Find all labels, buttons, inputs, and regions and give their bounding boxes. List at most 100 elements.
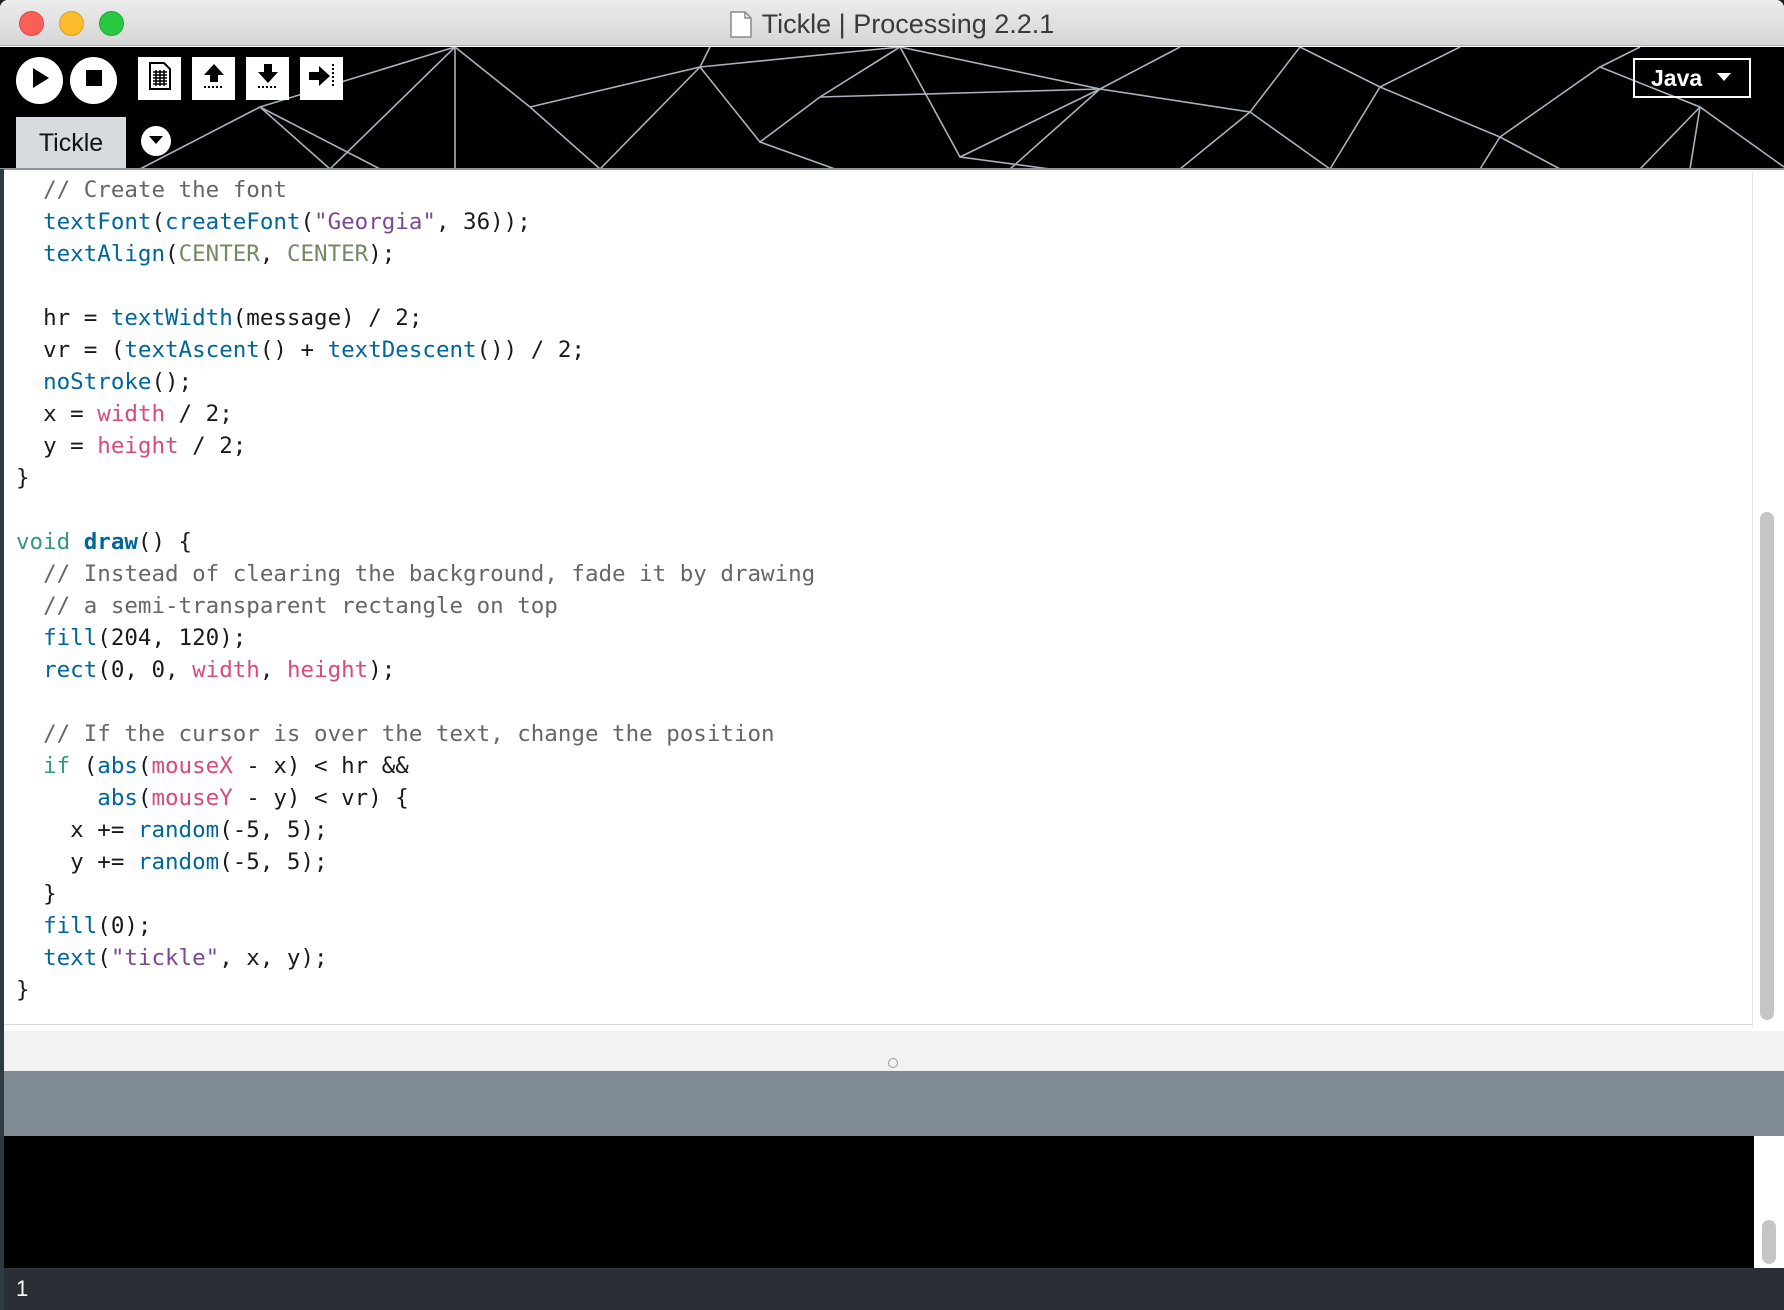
code-token: ( [137, 785, 152, 811]
mode-selector[interactable]: Java [1633, 58, 1751, 98]
export-arrow-right-icon [307, 62, 337, 95]
code-line[interactable]: y += random(-5, 5); [16, 846, 815, 878]
code-line[interactable]: x = width / 2; [16, 398, 815, 430]
code-token: abs [97, 753, 138, 779]
code-line[interactable]: x += random(-5, 5); [16, 814, 815, 846]
code-token: - y) < vr) { [232, 785, 409, 811]
code-token: textWidth [110, 305, 233, 331]
code-token: (-5, 5); [219, 817, 328, 843]
code-token: , 36)); [435, 209, 531, 235]
chevron-down-icon [1716, 69, 1732, 87]
save-button[interactable] [246, 57, 289, 100]
code-token: ()) / 2; [476, 337, 585, 363]
code-token: , x, y); [219, 945, 328, 971]
code-token: CENTER [286, 241, 369, 267]
code-line[interactable] [16, 270, 815, 302]
code-token: (0); [97, 913, 152, 939]
code-token: noStroke [43, 369, 152, 395]
code-text[interactable]: // Create the font textFont(createFont("… [16, 174, 815, 1006]
code-line[interactable] [16, 494, 815, 526]
code-token: hr = [16, 305, 111, 331]
code-line[interactable]: rect(0, 0, width, height); [16, 654, 815, 686]
message-area [4, 1071, 1784, 1136]
code-token: (); [151, 369, 193, 395]
code-line[interactable]: } [16, 878, 815, 910]
code-token: textDescent [327, 337, 477, 363]
code-line[interactable]: textAlign(CENTER, CENTER); [16, 238, 815, 270]
code-line[interactable]: // If the cursor is over the text, chang… [16, 718, 815, 750]
title-bar: Tickle | Processing 2.2.1 [0, 0, 1784, 46]
open-button[interactable] [192, 57, 235, 100]
tab-tickle[interactable]: Tickle [16, 117, 126, 169]
editor-scrollbar-thumb[interactable] [1760, 512, 1774, 1020]
code-line[interactable]: abs(mouseY - y) < vr) { [16, 782, 815, 814]
new-sketch-button[interactable] [138, 57, 181, 100]
code-token: height [286, 657, 369, 683]
code-token: ( [300, 209, 315, 235]
console-output[interactable] [4, 1136, 1754, 1268]
code-line[interactable]: // a semi-transparent rectangle on top [16, 590, 815, 622]
code-token: mouseX [151, 753, 233, 779]
code-token: ( [137, 753, 152, 779]
code-token: x = [16, 401, 98, 427]
code-token: ); [368, 657, 396, 683]
editor-bottom-border [4, 1024, 1752, 1025]
document-icon [729, 10, 752, 38]
stop-button[interactable] [70, 57, 117, 104]
code-token: vr = ( [16, 337, 125, 363]
play-icon [30, 67, 50, 94]
run-button[interactable] [16, 57, 63, 104]
save-arrow-down-icon [255, 62, 281, 95]
code-line[interactable]: fill(0); [16, 910, 815, 942]
code-token: } [16, 465, 30, 491]
processing-window: Tickle | Processing 2.2.1 Java Tickle //… [0, 0, 1784, 1310]
code-token: () { [137, 529, 193, 555]
code-line[interactable]: textFont(createFont("Georgia", 36)); [16, 206, 815, 238]
code-line[interactable]: y = height / 2; [16, 430, 815, 462]
code-line[interactable]: } [16, 462, 815, 494]
code-token: } [16, 881, 57, 907]
code-token: if [43, 753, 71, 779]
code-token: ); [368, 241, 396, 267]
export-button[interactable] [300, 57, 343, 100]
code-token: , [259, 241, 287, 267]
code-line[interactable]: hr = textWidth(message) / 2; [16, 302, 815, 334]
code-line[interactable]: if (abs(mouseX - x) < hr && [16, 750, 815, 782]
code-token: // If the cursor is over the text, chang… [43, 721, 775, 747]
editor-header: Java Tickle [0, 47, 1784, 169]
code-line[interactable]: fill(204, 120); [16, 622, 815, 654]
code-token: width [192, 657, 260, 683]
code-token: "Georgia" [314, 209, 436, 235]
code-line[interactable] [16, 686, 815, 718]
code-token: createFont [165, 209, 301, 235]
code-line[interactable]: text("tickle", x, y); [16, 942, 815, 974]
code-line[interactable]: // Instead of clearing the background, f… [16, 558, 815, 590]
code-line[interactable]: } [16, 974, 815, 1006]
code-line[interactable]: vr = (textAscent() + textDescent()) / 2; [16, 334, 815, 366]
code-token: rect [43, 657, 98, 683]
code-token: , [259, 657, 287, 683]
tab-menu-button[interactable] [141, 126, 171, 156]
code-token: } [16, 977, 30, 1003]
code-token: (message) / 2; [232, 305, 423, 331]
code-line[interactable]: // Create the font [16, 174, 815, 206]
code-line[interactable]: noStroke(); [16, 366, 815, 398]
code-token: - x) < hr && [232, 753, 409, 779]
code-token: // Create the font [43, 177, 287, 203]
code-token: / 2; [165, 401, 233, 427]
console-scrollbar-thumb[interactable] [1762, 1220, 1776, 1264]
code-token: abs [97, 785, 138, 811]
code-line[interactable]: void draw() { [16, 526, 815, 558]
splitter-handle-icon[interactable] [888, 1058, 898, 1068]
